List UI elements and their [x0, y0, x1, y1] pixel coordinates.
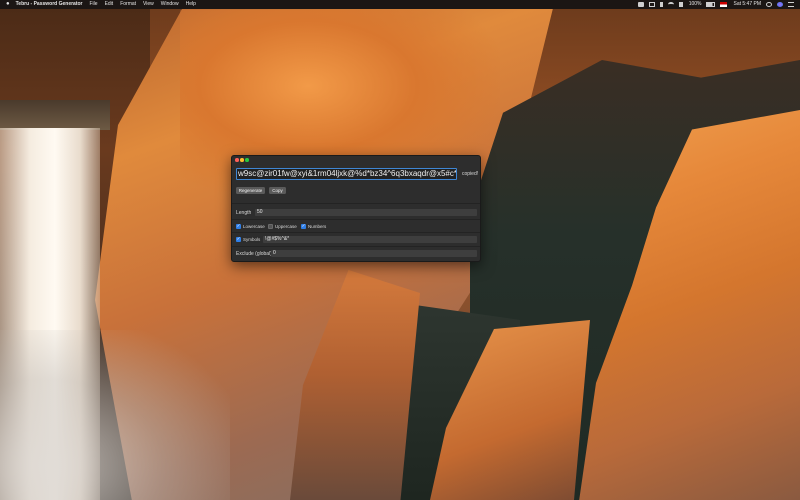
battery-icon[interactable]	[706, 2, 716, 7]
length-field[interactable]: 50	[255, 209, 477, 216]
wallpaper-mist	[0, 330, 230, 500]
apple-menu-icon[interactable]: ●	[6, 0, 10, 9]
wallpaper-falls-lip	[0, 100, 110, 130]
search-icon[interactable]	[766, 2, 772, 7]
status-app-icon[interactable]	[637, 2, 644, 7]
minimize-button[interactable]	[240, 158, 244, 162]
menu-view[interactable]: View	[143, 0, 154, 9]
exclude-field[interactable]: 0	[271, 250, 477, 257]
volume-icon[interactable]	[678, 2, 683, 7]
siri-icon[interactable]	[777, 2, 783, 7]
length-label: Length	[236, 210, 252, 216]
display-icon[interactable]	[648, 2, 655, 7]
divider	[232, 246, 480, 247]
password-generator-window: w9sc@zir01fw@xyi&1rm04ljxk@%d*bz34^6q3bx…	[231, 155, 481, 262]
zoom-button[interactable]	[245, 158, 249, 162]
lowercase-checkbox[interactable]	[236, 223, 241, 229]
close-button[interactable]	[235, 158, 239, 162]
symbols-field[interactable]: !@#$%^&*	[263, 236, 477, 243]
wifi-icon[interactable]	[667, 2, 674, 7]
menu-bar: ● Tebru - Password Generator File Edit F…	[0, 0, 800, 9]
status-area: 100% Sat 5:47 PM	[633, 0, 794, 9]
menu-format[interactable]: Format	[120, 0, 136, 9]
lowercase-label: Lowercase	[243, 223, 265, 229]
divider	[232, 219, 480, 220]
numbers-checkbox[interactable]	[301, 223, 306, 229]
menu-clock[interactable]: Sat 5:47 PM	[733, 0, 761, 9]
uppercase-checkbox[interactable]	[268, 224, 273, 229]
menu-help[interactable]: Help	[186, 0, 196, 9]
app-menu[interactable]: Tebru - Password Generator	[16, 0, 83, 9]
password-field[interactable]: w9sc@zir01fw@xyi&1rm04ljxk@%d*bz34^6q3bx…	[236, 168, 457, 180]
copy-button[interactable]: Copy	[269, 187, 286, 194]
bluetooth-icon[interactable]	[659, 2, 663, 7]
numbers-label: Numbers	[308, 223, 327, 229]
menu-file[interactable]: File	[90, 0, 98, 9]
exclude-label: Exclude (global)	[236, 251, 272, 257]
divider	[232, 232, 480, 233]
regenerate-button[interactable]: Regenerate	[236, 187, 265, 194]
symbols-label: Symbols	[243, 236, 261, 242]
menu-window[interactable]: Window	[161, 0, 179, 9]
symbols-checkbox[interactable]	[236, 236, 241, 242]
notification-center-icon[interactable]	[788, 2, 794, 7]
battery-percent[interactable]: 100%	[689, 0, 702, 9]
flag-icon[interactable]	[720, 2, 728, 7]
menu-edit[interactable]: Edit	[105, 0, 114, 9]
uppercase-label: Uppercase	[275, 223, 297, 229]
window-titlebar[interactable]	[232, 156, 480, 163]
divider	[232, 203, 480, 204]
copied-label: copied!	[462, 171, 479, 177]
